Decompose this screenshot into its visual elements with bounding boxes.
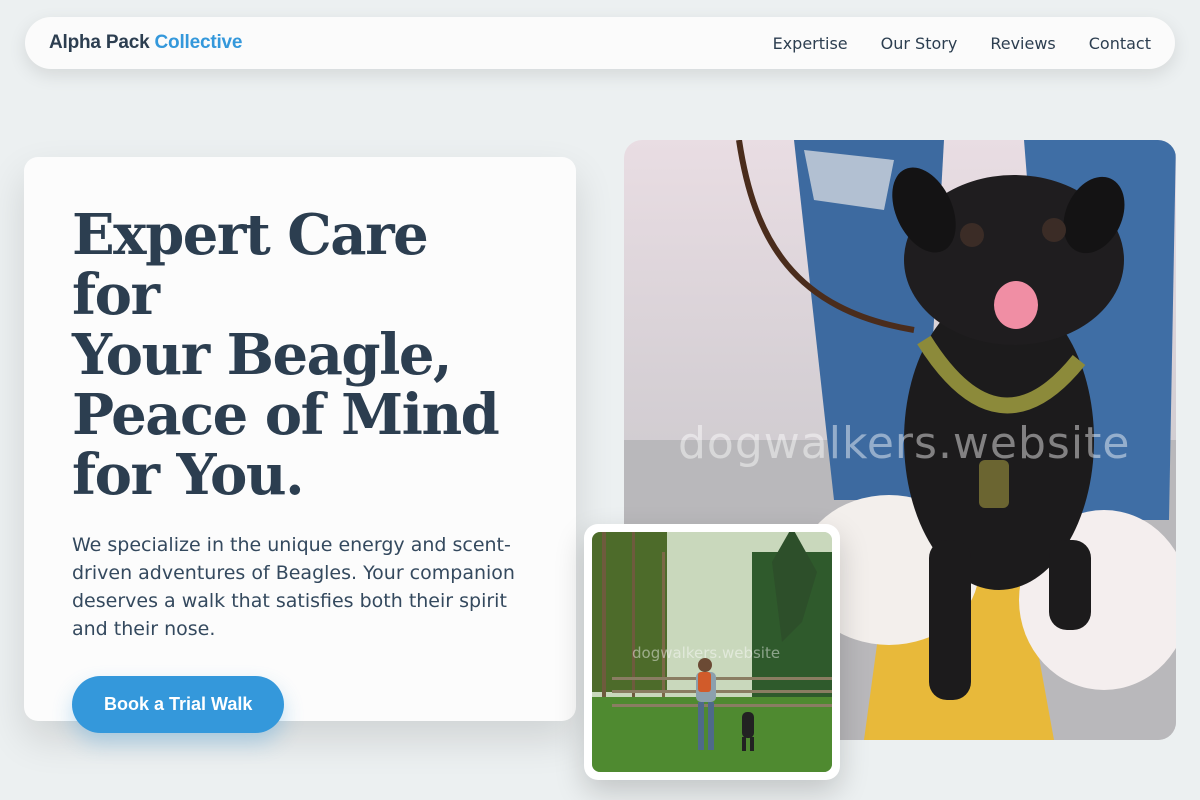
headline-line-4: for You. — [72, 442, 305, 508]
nav-link-expertise[interactable]: Expertise — [773, 34, 848, 53]
forest-walk-photo: dogwalkers.website — [584, 524, 840, 780]
hero-subtext: We specialize in the unique energy and s… — [72, 534, 515, 640]
hero-card: Expert Care for Your Beagle, Peace of Mi… — [24, 157, 576, 733]
headline-line-1: Expert Care for — [72, 202, 429, 328]
book-trial-walk-button[interactable]: Book a Trial Walk — [72, 676, 285, 733]
brand-name-primary: Alpha Pack — [49, 32, 150, 53]
nav-links: Expertise Our Story Reviews Contact — [773, 34, 1151, 53]
hero-headline: Expert Care for Your Beagle, Peace of Mi… — [72, 205, 528, 505]
nav-link-reviews[interactable]: Reviews — [990, 34, 1055, 53]
top-navbar: Alpha Pack Collective Expertise Our Stor… — [25, 17, 1175, 69]
nav-link-our-story[interactable]: Our Story — [881, 34, 958, 53]
small-image-watermark: dogwalkers.website — [632, 644, 781, 662]
forest-walk-image: dogwalkers.website — [592, 532, 832, 772]
headline-line-2: Your Beagle, — [72, 322, 452, 388]
image-watermark: dogwalkers.website — [678, 418, 1131, 469]
brand-logo[interactable]: Alpha Pack Collective — [49, 32, 242, 54]
brand-name-accent: Collective — [154, 32, 243, 53]
headline-line-3: Peace of Mind — [72, 382, 500, 448]
nav-link-contact[interactable]: Contact — [1089, 34, 1151, 53]
